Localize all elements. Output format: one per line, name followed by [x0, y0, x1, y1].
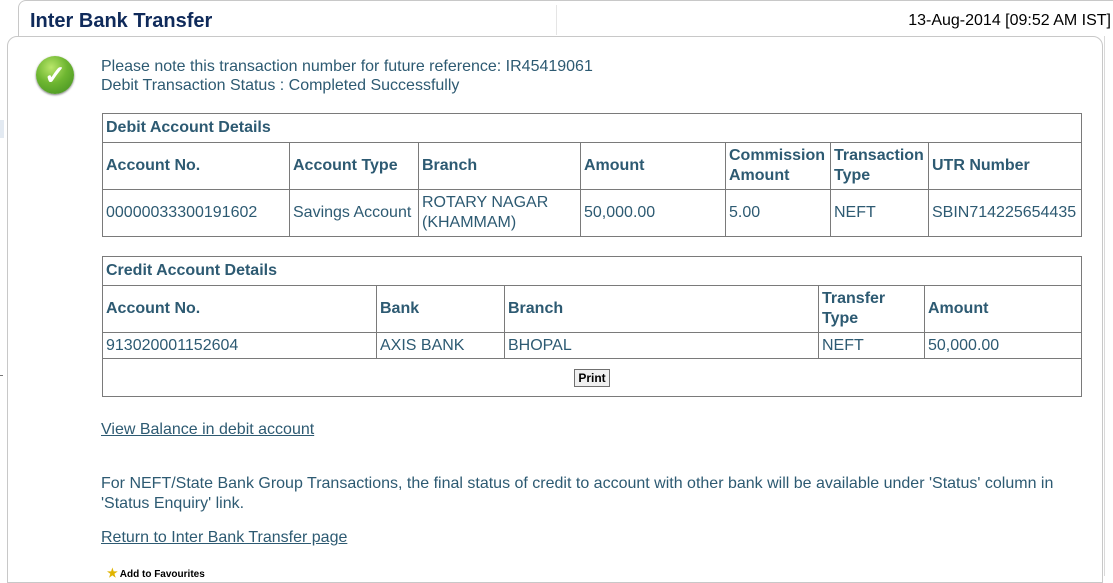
table-row: 913020001152604 AXIS BANK BHOPAL NEFT 50… [102, 332, 1083, 359]
star-icon: ★ [107, 566, 118, 580]
credit-transfer-type: NEFT [818, 332, 925, 359]
debit-commission: 5.00 [725, 189, 831, 237]
neft-status-note: For NEFT/State Bank Group Transactions, … [101, 475, 1054, 512]
debit-amount: 50,000.00 [580, 189, 726, 237]
checkmark-icon: ✓ [36, 56, 74, 94]
table-row: 00000033300191602 Savings Account ROTARY… [102, 189, 1083, 237]
credit-header-transfer-type: Transfer Type [818, 285, 925, 333]
credit-header-amount: Amount [923, 285, 1083, 333]
credit-table-caption: Credit Account Details [101, 256, 1083, 286]
credit-header-bank: Bank [376, 285, 505, 333]
debit-header-utr-number: UTR Number [927, 142, 1083, 190]
credit-account-no: 913020001152604 [102, 332, 377, 359]
debit-header-transaction-type: Transaction Type [830, 142, 929, 190]
left-edge-mark [0, 375, 3, 376]
view-balance-link[interactable]: View Balance in debit account [101, 421, 314, 439]
debit-header-commission-amount: Commission Amount [725, 142, 831, 190]
print-cell: Print [101, 358, 1083, 397]
debit-branch: ROTARY NAGAR (KHAMMAM) [418, 189, 581, 237]
transaction-reference-text: Please note this transaction number for … [101, 58, 593, 75]
debit-account-no: 00000033300191602 [102, 189, 290, 237]
debit-account-type: Savings Account [289, 189, 419, 237]
credit-header-branch: Branch [504, 285, 819, 333]
credit-header-account-no: Account No. [102, 285, 377, 333]
credit-amount: 50,000.00 [923, 332, 1083, 359]
debit-transaction-type: NEFT [830, 189, 929, 237]
debit-account-table: Debit Account Details Account No. Accoun… [101, 113, 1083, 237]
debit-header-branch: Branch [418, 142, 581, 190]
add-to-favourites-label: Add to Favourites [119, 569, 205, 580]
debit-header-account-type: Account Type [289, 142, 419, 190]
print-button[interactable]: Print [574, 368, 610, 387]
debit-header-amount: Amount [580, 142, 726, 190]
debit-table-caption: Debit Account Details [101, 113, 1083, 143]
page-title: Inter Bank Transfer [30, 10, 213, 32]
left-edge-artifact [0, 120, 4, 138]
credit-bank: AXIS BANK [376, 332, 505, 359]
add-to-favourites-link[interactable]: ★ Add to Favourites [107, 566, 205, 580]
credit-branch: BHOPAL [504, 332, 819, 359]
timestamp: 13-Aug-2014 [09:52 AM IST] [908, 12, 1111, 29]
credit-account-table: Credit Account Details Account No. Bank … [101, 256, 1083, 397]
scrollbar-track [1104, 36, 1105, 576]
return-to-transfer-link[interactable]: Return to Inter Bank Transfer page [101, 529, 347, 547]
header-separator [556, 5, 557, 35]
transaction-status-text: Debit Transaction Status : Completed Suc… [101, 77, 460, 94]
debit-utr-number: SBIN714225654435 [927, 189, 1083, 237]
transaction-notice: Please note this transaction number for … [101, 57, 593, 95]
debit-header-account-no: Account No. [102, 142, 290, 190]
